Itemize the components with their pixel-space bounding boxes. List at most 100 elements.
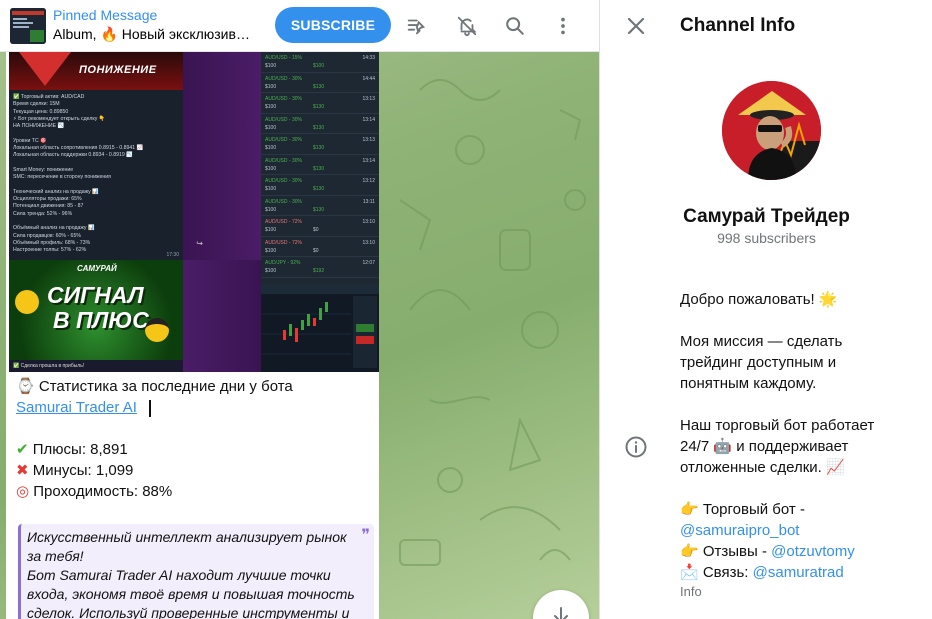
reviews-label: 👉 Отзывы - xyxy=(680,543,772,560)
channel-description: Добро пожаловать! 🌟 Моя миссия — сделать… xyxy=(680,289,920,601)
analysis-line: Осцилляторы продажи: 65% xyxy=(13,196,82,203)
trade-pair: AUD/JPY - 92% xyxy=(265,260,301,266)
subscriber-count: 998 subscribers xyxy=(717,230,816,246)
trade-time: 13:10 xyxy=(362,219,375,225)
analysis-line: SMC: пересечение в сторону понижения xyxy=(13,174,111,181)
analysis-line: Настроение толпы: 57% - 62% xyxy=(13,247,87,254)
price-chart-thumbnail xyxy=(261,284,379,368)
album-photo-signal[interactable]: САМУРАЙ СИГНАЛ В ПЛЮС ✅ Сделка прошла в … xyxy=(9,260,261,372)
pin-list-icon[interactable] xyxy=(404,14,428,38)
trade-pair: AUD/USD - 30% xyxy=(265,96,302,102)
more-vertical-icon[interactable] xyxy=(551,14,575,38)
trade-row: AUD/USD - 30% $100 $130 14:44 xyxy=(261,73,379,93)
analysis-line: НА ПОНИЖЕНИЕ 📉 xyxy=(13,123,64,130)
analysis-line xyxy=(13,182,179,189)
trade-pair: AUD/USD - 30% xyxy=(265,198,302,205)
quote-line: Искусственный интеллект анализирует рыно… xyxy=(27,529,347,545)
tile-banner-text: ПОНИЖЕНИЕ xyxy=(79,64,157,76)
share-icon[interactable]: ↪ xyxy=(196,239,203,248)
contact-label: 📩 Связь: xyxy=(680,564,753,581)
bot-handle-link[interactable]: @samuraipro_bot xyxy=(680,522,799,539)
trade-row: AUD/USD - 30% $100 $130 13:11 xyxy=(261,196,379,216)
trade-result: $0 xyxy=(313,247,319,254)
trade-time: 13:13 xyxy=(362,96,375,102)
analysis-line: Потенциал движения: 85 - 87 xyxy=(13,203,84,210)
analysis-line: Текущая цена: 0.89850 xyxy=(13,108,69,115)
channel-info-panel: Channel Info Самурай Трейдер 998 subscri… xyxy=(599,0,932,619)
trade-row: AUD/USD - 72% $100 $0 13:10 xyxy=(261,216,379,237)
trade-time: 13:14 xyxy=(362,116,375,123)
album-photo-chart[interactable] xyxy=(261,284,379,372)
trade-pair: AUD/USD - 30% xyxy=(265,157,302,164)
bot-link[interactable]: Samurai Trader AI xyxy=(16,399,137,416)
trade-pair: AUD/USD - 30% xyxy=(265,75,302,82)
pass-rate: Проходимость: 88% xyxy=(33,483,173,500)
trade-amount: $100 xyxy=(265,165,277,172)
bot-link-line: Samurai Trader AI xyxy=(16,397,372,418)
cross-icon: ✖ xyxy=(16,462,29,479)
target-icon: ◎ xyxy=(16,483,30,500)
close-icon[interactable] xyxy=(624,14,648,38)
trade-amount: $100 xyxy=(265,227,277,233)
pinned-thumbnail xyxy=(10,8,46,44)
tile-time: 17:30 xyxy=(166,252,179,258)
pinned-message-bar[interactable]: Pinned Message Album, 🔥 Новый эксклюзивн… xyxy=(0,0,599,52)
trade-result: $130 xyxy=(313,145,325,151)
mission-line: Моя миссия — сделать xyxy=(680,333,843,350)
trade-amount: $100 xyxy=(265,145,277,151)
bot-desc-line: Наш торговый бот работает xyxy=(680,417,875,434)
trade-row: AUD/USD - 30% $100 $130 13:14 xyxy=(261,114,379,134)
analysis-line: ✅ Торговый актив: AUD/CAD xyxy=(13,94,85,100)
trade-amount: $100 xyxy=(265,206,277,213)
stats-heading: Статистика за последние дни у бота xyxy=(38,378,293,395)
trade-result: $100 xyxy=(313,63,325,69)
tile-banner: ПОНИЖЕНИЕ xyxy=(9,52,183,90)
chat-panel: Pinned Message Album, 🔥 Новый эксклюзивн… xyxy=(0,0,599,619)
trade-time: 14:44 xyxy=(362,75,375,82)
mute-bell-icon[interactable] xyxy=(455,14,479,38)
info-field-label: Info xyxy=(680,584,702,599)
trade-pair: AUD/USD - 72% xyxy=(265,239,302,246)
welcome-text: Добро пожаловать! 🌟 xyxy=(680,291,838,308)
trade-row: AUD/USD - 15% $100 $100 14:33 xyxy=(261,52,379,73)
trade-amount: $100 xyxy=(265,247,277,254)
down-arrow-icon xyxy=(19,52,71,86)
analysis-line xyxy=(13,160,179,167)
signal-brand: САМУРАЙ xyxy=(77,264,117,273)
smile-emoji-icon xyxy=(15,290,39,314)
panel-title: Channel Info xyxy=(680,15,796,36)
trade-row: AUD/USD - 30% $100 $130 13:13 xyxy=(261,134,379,155)
analysis-line: Локальная область поддержки 0.8934 - 0.8… xyxy=(13,152,133,159)
analysis-line: Объёмный профиль: 68% - 73% xyxy=(13,239,91,246)
trade-result: $0 xyxy=(313,227,319,233)
analysis-line: Сила тренда: 52% - 96% xyxy=(13,210,73,217)
contact-handle-link[interactable]: @samuratrad xyxy=(753,564,844,581)
trade-amount: $100 xyxy=(265,186,277,192)
album-photo-analysis[interactable]: ПОНИЖЕНИЕ ✅ Торговый актив: AUD/CAD Время… xyxy=(9,52,183,260)
quote-text: Искусственный интеллект анализирует рыно… xyxy=(27,528,368,619)
media-album[interactable]: ПОНИЖЕНИЕ ✅ Торговый актив: AUD/CAD Время… xyxy=(9,52,379,372)
trade-amount: $100 xyxy=(265,83,277,90)
pinned-title: Pinned Message xyxy=(53,7,158,23)
trade-row: AUD/USD - 30% $100 $130 13:12 xyxy=(261,175,379,196)
trade-pair: AUD/USD - 30% xyxy=(265,137,302,143)
reviews-handle-link[interactable]: @otzuvtomy xyxy=(771,543,855,560)
mission-line: трейдинг доступным и xyxy=(680,354,837,371)
trade-time: 13:13 xyxy=(362,137,375,143)
bot-description: Наш торговый бот работает 24/7 🤖 и поддер… xyxy=(680,415,920,478)
quote-icon: ❞ xyxy=(361,527,370,544)
channel-avatar[interactable] xyxy=(722,81,821,180)
signal-line1: СИГНАЛ xyxy=(47,282,144,308)
cool-emoji-icon xyxy=(145,318,169,342)
channel-name: Самурай Трейдер xyxy=(683,206,850,227)
subscribe-button[interactable]: SUBSCRIBE xyxy=(275,7,391,43)
minus-count: Минусы: 1,099 xyxy=(32,462,134,479)
trade-result: $130 xyxy=(313,186,325,192)
analysis-text: ✅ Торговый актив: AUD/CAD Время сделки: 1… xyxy=(9,90,183,255)
search-icon[interactable] xyxy=(503,14,527,38)
trade-pair: AUD/USD - 15% xyxy=(265,55,302,61)
album-photo-trades[interactable]: AUD/USD - 15% $100 $100 14:33 AUD/USD - 30% $… xyxy=(261,52,379,284)
signal-banner: САМУРАЙ СИГНАЛ В ПЛЮС ✅ Сделка прошла в … xyxy=(9,260,183,372)
trade-pair: AUD/USD - 30% xyxy=(265,116,302,123)
quote-line: сделок. Используй проверенные инструмент… xyxy=(27,605,350,619)
